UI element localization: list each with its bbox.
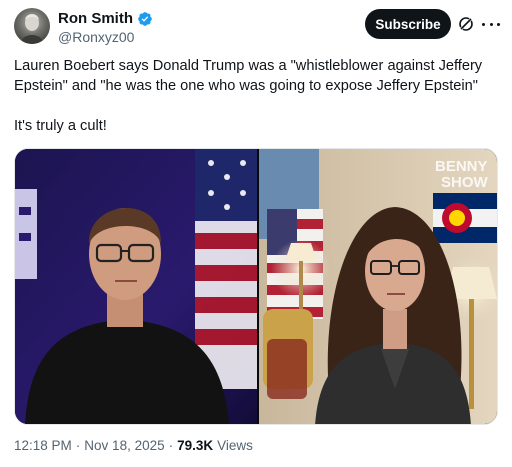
views-label: Views (217, 438, 253, 453)
subscribe-button[interactable]: Subscribe (365, 9, 451, 39)
tweet-header: Ron Smith @Ronxyz00 Subscribe (14, 8, 504, 52)
tweet-text-line: It's truly a cult! (14, 118, 107, 134)
left-video-panel (15, 149, 257, 424)
benny-show-watermark: BENNY SHOW (435, 158, 489, 191)
display-name[interactable]: Ron Smith (58, 10, 133, 27)
watermark-line1: BENNY (435, 158, 488, 175)
video-media[interactable]: BENNY SHOW (14, 148, 498, 425)
grok-icon[interactable] (458, 16, 474, 32)
tweet-text-line: Lauren Boebert says Donald Trump was a "… (14, 58, 483, 74)
tweet-text-line: Epstein" and "he was the one who was goi… (14, 78, 478, 94)
handle[interactable]: @Ronxyz00 (58, 29, 134, 45)
name-row: Ron Smith (58, 10, 153, 27)
tweet-time[interactable]: 12:18 PM (14, 438, 72, 453)
views-count[interactable]: 79.3K (177, 438, 213, 453)
tweet-meta: 12:18 PM · Nov 18, 2025 · 79.3K Views (14, 438, 253, 453)
separator-dot: · (75, 438, 81, 453)
separator-dot: · (168, 438, 174, 453)
avatar[interactable] (14, 8, 50, 44)
tweet-text: Lauren Boebert says Donald Trump was a "… (14, 56, 504, 136)
verified-badge-icon (137, 11, 153, 27)
tweet-date[interactable]: Nov 18, 2025 (84, 438, 164, 453)
watermark-line2: SHOW (441, 174, 489, 191)
more-icon[interactable] (482, 15, 500, 33)
